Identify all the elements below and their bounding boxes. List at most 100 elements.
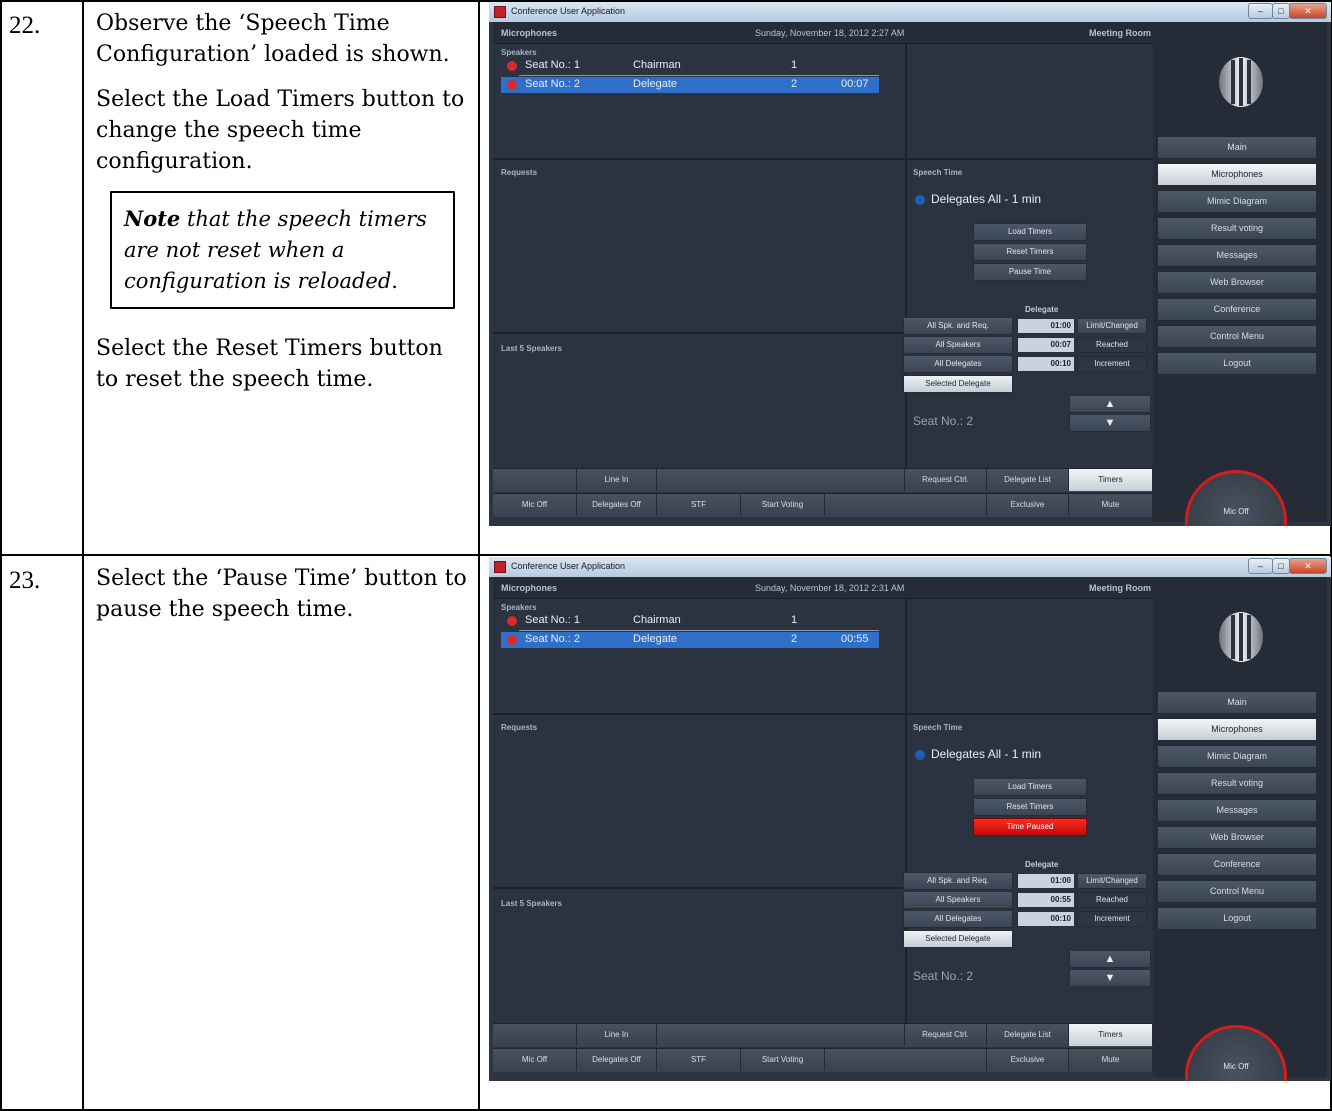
close-icon[interactable]: ✕ (1289, 3, 1327, 19)
step-instructions: Select the ‘Pause Time’ button to pause … (96, 563, 471, 639)
timers-button[interactable]: Timers (1069, 1024, 1153, 1046)
side-microphones[interactable]: Microphones (1157, 163, 1317, 186)
arrow-down-icon[interactable]: ▼ (1069, 969, 1151, 987)
speaker-row[interactable]: Seat No.: 1 Chairman 1 (501, 58, 879, 74)
start-voting-button[interactable]: Start Voting (741, 1049, 825, 1071)
side-control-menu[interactable]: Control Menu (1157, 880, 1317, 903)
header-datetime: Sunday, November 18, 2012 2:27 AM (755, 28, 905, 38)
line-in-button[interactable]: Line In (577, 469, 657, 491)
speaker-number: 2 (791, 633, 798, 645)
start-voting-button[interactable]: Start Voting (741, 494, 825, 516)
exclusive-button[interactable]: Exclusive (987, 494, 1069, 516)
all-delegates-button[interactable]: All Delegates (903, 910, 1013, 928)
app-body: Microphones Sunday, November 18, 2012 2:… (493, 577, 1327, 1081)
mic-active-icon (507, 616, 517, 626)
reset-timers-button[interactable]: Reset Timers (973, 243, 1087, 261)
side-mimic-diagram[interactable]: Mimic Diagram (1157, 190, 1317, 213)
all-delegates-button[interactable]: All Delegates (903, 355, 1013, 373)
delegate-column-header: Delegate (1025, 860, 1059, 869)
mic-off-button[interactable]: Mic Off (493, 494, 577, 516)
stf-button[interactable]: STF (657, 494, 741, 516)
side-result-voting[interactable]: Result voting (1157, 772, 1317, 795)
load-timers-button[interactable]: Load Timers (973, 223, 1087, 241)
speaker-row-selected[interactable]: Seat No.: 2 Delegate 2 00:07 (501, 77, 879, 93)
all-spk-req-button[interactable]: All Spk. and Req. (903, 872, 1013, 890)
mute-button[interactable]: Mute (1069, 494, 1153, 516)
side-web-browser[interactable]: Web Browser (1157, 826, 1317, 849)
speaker-role: Delegate (633, 78, 678, 90)
increment-value[interactable]: 00:10 (1017, 356, 1075, 372)
all-spk-req-button[interactable]: All Spk. and Req. (903, 317, 1013, 335)
reached-label: Reached (1077, 337, 1147, 353)
side-logout[interactable]: Logout (1157, 907, 1317, 930)
side-messages[interactable]: Messages (1157, 244, 1317, 267)
side-conference[interactable]: Conference (1157, 853, 1317, 876)
pause-time-button[interactable]: Pause Time (973, 263, 1087, 281)
arrow-up-icon[interactable]: ▲ (1069, 950, 1151, 968)
stf-button[interactable]: STF (657, 1049, 741, 1071)
speaker-row[interactable]: Seat No.: 1 Chairman 1 (501, 613, 879, 629)
maximize-icon[interactable]: □ (1272, 3, 1290, 19)
speaker-seat: Seat No.: 1 (525, 614, 581, 626)
arrow-down-icon[interactable]: ▼ (1069, 414, 1151, 432)
reached-label: Reached (1077, 892, 1147, 908)
line-in-button[interactable]: Line In (577, 1024, 657, 1046)
request-ctrl-button[interactable]: Request Ctrl. (905, 1024, 987, 1046)
side-main[interactable]: Main (1157, 136, 1317, 159)
pause-time-button[interactable]: Time Paused (973, 818, 1087, 836)
side-conference[interactable]: Conference (1157, 298, 1317, 321)
side-mimic-diagram[interactable]: Mimic Diagram (1157, 745, 1317, 768)
delegates-off-button[interactable]: Delegates Off (577, 1049, 657, 1071)
load-timers-button[interactable]: Load Timers (973, 778, 1087, 796)
header-section: Microphones (501, 583, 558, 593)
reached-value: 00:55 (1017, 892, 1075, 908)
instruction-paragraph: Observe the ‘Speech Time Configuration’ … (96, 11, 450, 67)
exclusive-button[interactable]: Exclusive (987, 1049, 1069, 1071)
requests-label: Requests (501, 723, 538, 732)
side-main[interactable]: Main (1157, 691, 1317, 714)
delegate-list-button[interactable]: Delegate List (987, 1024, 1069, 1046)
limit-value[interactable]: 01:00 (1017, 318, 1075, 334)
side-messages[interactable]: Messages (1157, 799, 1317, 822)
minimize-icon[interactable]: – (1248, 558, 1273, 574)
note-tail: . (391, 269, 398, 293)
speaker-time: 00:07 (841, 78, 869, 90)
mic-off-label: Mic Off (1223, 507, 1249, 516)
speaker-role: Delegate (633, 633, 678, 645)
side-web-browser[interactable]: Web Browser (1157, 271, 1317, 294)
arrow-up-icon[interactable]: ▲ (1069, 395, 1151, 413)
side-control-menu[interactable]: Control Menu (1157, 325, 1317, 348)
bottom-toolbar-2: Mic Off Delegates Off STF Start Voting E… (493, 1048, 1153, 1072)
increment-value[interactable]: 00:10 (1017, 911, 1075, 927)
limit-value[interactable]: 01:00 (1017, 873, 1075, 889)
dis-logo-icon (1219, 57, 1263, 107)
last-speakers-label: Last 5 Speakers (501, 899, 562, 908)
instruction-paragraph: Select the Load Timers button to change … (96, 87, 465, 174)
all-speakers-button[interactable]: All Speakers (903, 891, 1013, 909)
instruction-paragraph: Select the Reset Timers button to reset … (96, 336, 443, 392)
side-microphones[interactable]: Microphones (1157, 718, 1317, 741)
app-screenshot: Conference User Application – □ ✕ Microp… (489, 2, 1331, 526)
selected-delegate-button[interactable]: Selected Delegate (903, 375, 1013, 393)
request-ctrl-button[interactable]: Request Ctrl. (905, 469, 987, 491)
header-room: Meeting Room (1089, 583, 1151, 593)
side-logout[interactable]: Logout (1157, 352, 1317, 375)
delegates-off-button[interactable]: Delegates Off (577, 494, 657, 516)
minimize-icon[interactable]: – (1248, 3, 1273, 19)
all-speakers-button[interactable]: All Speakers (903, 336, 1013, 354)
reset-timers-button[interactable]: Reset Timers (973, 798, 1087, 816)
selected-delegate-button[interactable]: Selected Delegate (903, 930, 1013, 948)
window-titlebar: Conference User Application – □ ✕ (489, 557, 1331, 577)
timers-button[interactable]: Timers (1069, 469, 1153, 491)
mute-button[interactable]: Mute (1069, 1049, 1153, 1071)
side-result-voting[interactable]: Result voting (1157, 217, 1317, 240)
close-icon[interactable]: ✕ (1289, 558, 1327, 574)
maximize-icon[interactable]: □ (1272, 558, 1290, 574)
delegate-list-button[interactable]: Delegate List (987, 469, 1069, 491)
mic-off-button[interactable]: Mic Off (493, 1049, 577, 1071)
selected-seat: Seat No.: 2 (913, 969, 974, 983)
note-box: Note that the speech timers are not rese… (110, 191, 455, 309)
speakers-label: Speakers (501, 48, 537, 57)
app-body: Microphones Sunday, November 18, 2012 2:… (493, 22, 1327, 526)
speaker-row-selected[interactable]: Seat No.: 2 Delegate 2 00:55 (501, 632, 879, 648)
